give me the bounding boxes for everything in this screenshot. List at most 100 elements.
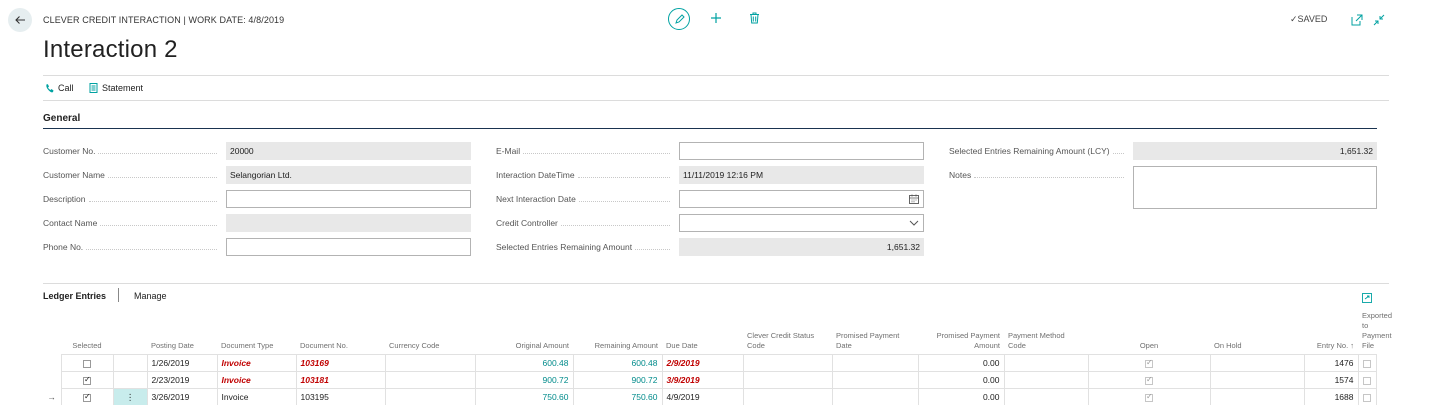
due-date-cell: 4/9/2019: [661, 388, 744, 405]
original-amount-link[interactable]: 900.72: [474, 371, 574, 389]
pencil-icon: [674, 13, 685, 24]
customer-name-field: Selangorian Ltd.: [226, 166, 471, 184]
col-exported[interactable]: Exported to Payment File: [1358, 309, 1392, 355]
table-row[interactable]: → ✓ ⋮ 3/26/2019 Invoice 103195 750.60 75…: [43, 388, 1377, 405]
row-menu-cell[interactable]: [112, 354, 148, 372]
col-due-date[interactable]: Due Date: [662, 309, 743, 355]
customer-no-field: 20000: [226, 142, 471, 160]
original-amount-link[interactable]: 750.60: [474, 388, 574, 405]
trash-icon: [749, 12, 759, 24]
col-entry-no[interactable]: Entry No. ↑: [1304, 309, 1358, 355]
col-payment-method[interactable]: Payment Method Code: [1004, 309, 1088, 355]
next-interaction-date-input[interactable]: [679, 190, 924, 208]
col-posting-date[interactable]: Posting Date: [147, 309, 217, 355]
document-icon: [89, 83, 98, 93]
statement-action[interactable]: Statement: [89, 83, 143, 93]
exported-checkbox: [1357, 354, 1377, 372]
payment-method-cell: [1003, 388, 1089, 405]
calendar-icon[interactable]: [909, 194, 919, 204]
on-hold-cell: [1209, 388, 1305, 405]
selected-remaining-label: Selected Entries Remaining Amount: [496, 242, 674, 252]
remaining-amount-link[interactable]: 750.60: [572, 388, 663, 405]
selected-checkbox[interactable]: [60, 354, 114, 372]
credit-controller-label: Credit Controller: [496, 218, 674, 228]
row-indicator: [43, 372, 61, 389]
col-document-no[interactable]: Document No.: [296, 309, 385, 355]
row-menu-cell[interactable]: [112, 371, 148, 389]
remaining-amount-link[interactable]: 900.72: [572, 371, 663, 389]
row-indicator: [43, 355, 61, 372]
promised-date-cell: [831, 388, 919, 405]
description-input[interactable]: [226, 190, 471, 208]
section-rule: [43, 128, 1377, 129]
page-title: Interaction 2: [43, 36, 178, 63]
notes-textarea[interactable]: [1133, 166, 1377, 209]
exported-checkbox: [1357, 371, 1377, 389]
selected-remaining-lcy-label: Selected Entries Remaining Amount (LCY): [949, 146, 1128, 156]
saved-status: ✓SAVED: [1290, 14, 1327, 25]
new-button[interactable]: [707, 9, 725, 27]
currency-code-cell: [384, 388, 476, 405]
promised-date-cell: [831, 354, 919, 372]
call-action[interactable]: Call: [45, 83, 74, 93]
document-type-cell: Invoice: [216, 388, 297, 405]
promised-amount-cell: 0.00: [917, 354, 1005, 372]
col-currency-code[interactable]: Currency Code: [385, 309, 475, 355]
open-new-window-button[interactable]: [1350, 13, 1364, 27]
original-amount-link[interactable]: 600.48: [474, 354, 574, 372]
selected-checkbox[interactable]: ✓: [60, 388, 114, 405]
customer-no-label: Customer No.: [43, 146, 221, 156]
email-input[interactable]: [679, 142, 924, 160]
current-row-arrow-icon: →: [47, 392, 57, 402]
delete-button[interactable]: [745, 9, 763, 27]
contact-name-label: Contact Name: [43, 218, 221, 228]
check-icon: ✓: [1290, 14, 1298, 24]
col-open[interactable]: Open: [1088, 309, 1210, 355]
table-row[interactable]: 1/26/2019 Invoice 103169 600.48 600.48 2…: [43, 354, 1377, 372]
breadcrumb: CLEVER CREDIT INTERACTION | WORK DATE: 4…: [43, 15, 285, 25]
col-promised-amount[interactable]: Promised Payment Amount: [918, 309, 1004, 355]
row-actions-menu-icon[interactable]: ⋮: [112, 388, 148, 405]
open-checkbox: ✓: [1087, 388, 1211, 405]
currency-code-cell: [384, 354, 476, 372]
focus-mode-button[interactable]: [1362, 290, 1372, 308]
col-remaining-amount[interactable]: Remaining Amount: [573, 309, 662, 355]
phone-no-input[interactable]: [226, 238, 471, 256]
chevron-down-icon: [909, 220, 919, 226]
tab-ledger-entries[interactable]: Ledger Entries: [43, 291, 106, 301]
divider: [43, 100, 1389, 101]
collapse-button[interactable]: [1372, 13, 1386, 27]
due-date-cell: 2/9/2019: [661, 354, 744, 372]
on-hold-cell: [1209, 354, 1305, 372]
col-original-amount[interactable]: Original Amount: [475, 309, 573, 355]
document-type-cell: Invoice: [216, 354, 297, 372]
open-checkbox: ✓: [1087, 354, 1211, 372]
exported-checkbox: [1357, 388, 1377, 405]
table-row[interactable]: ✓ 2/23/2019 Invoice 103181 900.72 900.72…: [43, 371, 1377, 389]
col-document-type[interactable]: Document Type: [217, 309, 296, 355]
expand-icon: [1362, 293, 1372, 303]
edit-button[interactable]: [668, 8, 690, 30]
col-selected[interactable]: Selected: [61, 309, 113, 355]
col-menu: [113, 309, 147, 355]
clever-status-cell: [742, 371, 833, 389]
document-no-cell: 103169: [295, 354, 386, 372]
col-clever-status[interactable]: Clever Credit Status Code: [743, 309, 832, 355]
back-button[interactable]: [8, 8, 32, 32]
col-promised-date[interactable]: Promised Payment Date: [832, 309, 918, 355]
open-new-window-icon: [1351, 14, 1363, 26]
saved-label: SAVED: [1297, 14, 1328, 24]
currency-code-cell: [384, 371, 476, 389]
col-on-hold[interactable]: On Hold: [1210, 309, 1304, 355]
interaction-datetime-label: Interaction DateTime: [496, 170, 674, 180]
posting-date-cell: 2/23/2019: [146, 371, 218, 389]
entry-no-cell: 1688: [1303, 388, 1359, 405]
posting-date-cell: 1/26/2019: [146, 354, 218, 372]
open-checkbox: ✓: [1087, 371, 1211, 389]
remaining-amount-link[interactable]: 600.48: [572, 354, 663, 372]
credit-controller-select[interactable]: [679, 214, 924, 232]
on-hold-cell: [1209, 371, 1305, 389]
description-label: Description: [43, 194, 221, 204]
manage-menu[interactable]: Manage: [134, 291, 167, 301]
selected-checkbox[interactable]: ✓: [60, 371, 114, 389]
